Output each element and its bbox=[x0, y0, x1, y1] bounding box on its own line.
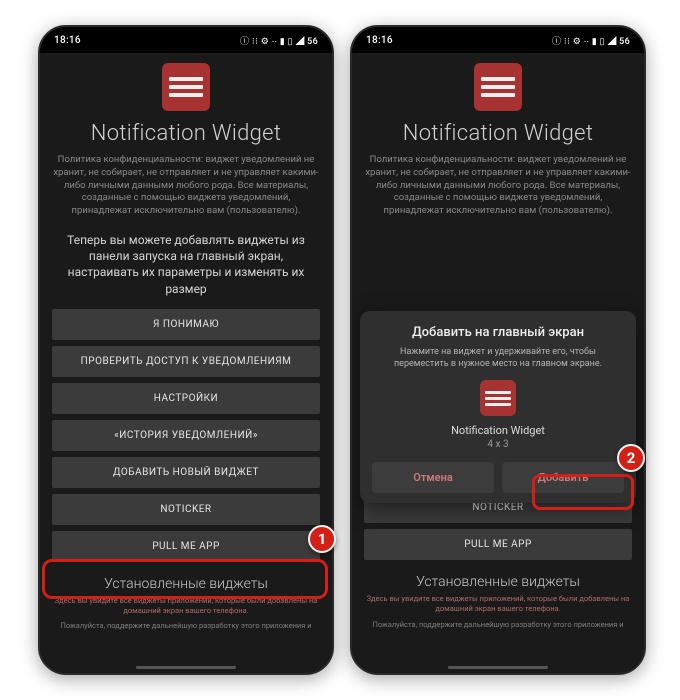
noticker-button[interactable]: NOTICKER bbox=[52, 494, 320, 525]
screen-right: Notification Widget Политика конфиденциа… bbox=[352, 53, 644, 673]
installed-widgets-title: Установленные виджеты bbox=[416, 574, 580, 590]
app-title: Notification Widget bbox=[403, 121, 593, 146]
history-button[interactable]: «ИСТОРИЯ УВЕДОМЛЕНИЙ» bbox=[52, 420, 320, 451]
status-bar: 18:16 ⓘ ⁝⁝ ⚙ ∙∙ ▮ ▯ ◢ 56 bbox=[352, 27, 644, 53]
app-title: Notification Widget bbox=[91, 121, 281, 146]
understand-button[interactable]: Я ПОНИМАЮ bbox=[52, 309, 320, 340]
add-new-widget-button[interactable]: ДОБАВИТЬ НОВЫЙ ВИДЖЕТ bbox=[52, 457, 320, 488]
dialog-actions: Отмена Добавить bbox=[372, 462, 624, 493]
status-time: 18:16 bbox=[54, 35, 81, 46]
widget-preview-icon[interactable] bbox=[480, 380, 516, 416]
status-bar: 18:16 ⓘ ⁝⁝ ⚙ ∙∙ ▮ ▯ ◢ 56 bbox=[40, 27, 332, 53]
installed-widgets-title: Установленные виджеты bbox=[104, 576, 268, 592]
button-stack: Я ПОНИМАЮ ПРОВЕРИТЬ ДОСТУП К УВЕДОМЛЕНИЯ… bbox=[52, 309, 320, 562]
home-indicator[interactable] bbox=[448, 666, 548, 669]
status-indicators: ⓘ ⁝⁝ ⚙ ∙∙ ▮ ▯ ◢ 56 bbox=[240, 34, 318, 47]
step-badge-2: 2 bbox=[617, 444, 645, 472]
step-badge-1: 1 bbox=[308, 525, 336, 553]
dialog-subtitle: Нажмите на виджет и удерживайте его, что… bbox=[372, 346, 624, 370]
installed-widgets-note: Здесь вы увидите все виджеты приложений,… bbox=[364, 594, 632, 614]
pull-me-app-button[interactable]: PULL ME APP bbox=[52, 531, 320, 562]
pull-me-app-button[interactable]: PULL ME APP bbox=[364, 529, 632, 560]
dialog-widget-name: Notification Widget bbox=[451, 424, 545, 437]
widget-hint-text: Теперь вы можете добавлять виджеты из па… bbox=[52, 232, 320, 297]
dialog-title: Добавить на главный экран bbox=[412, 325, 584, 340]
app-list-icon bbox=[474, 63, 522, 111]
privacy-policy-text: Политика конфиденциальности: виджет увед… bbox=[364, 154, 632, 218]
installed-widgets-note: Здесь вы увидите все виджеты приложений,… bbox=[52, 596, 320, 616]
screen-left: Notification Widget Политика конфиденциа… bbox=[40, 53, 332, 673]
status-indicators: ⓘ ⁝⁝ ⚙ ∙∙ ▮ ▯ ◢ 56 bbox=[552, 34, 630, 47]
add-widget-dialog: Добавить на главный экран Нажмите на вид… bbox=[360, 311, 636, 503]
dialog-widget-size: 4 x 3 bbox=[487, 439, 508, 450]
phone-right: 18:16 ⓘ ⁝⁝ ⚙ ∙∙ ▮ ▯ ◢ 56 Notification Wi… bbox=[350, 25, 646, 675]
status-time: 18:16 bbox=[366, 35, 393, 46]
settings-button[interactable]: НАСТРОЙКИ bbox=[52, 383, 320, 414]
app-list-icon bbox=[162, 63, 210, 111]
support-note: Пожалуйста, поддержите дальнейшую разраб… bbox=[60, 621, 311, 630]
dialog-add-button[interactable]: Добавить bbox=[502, 462, 624, 493]
phone-left: 18:16 ⓘ ⁝⁝ ⚙ ∙∙ ▮ ▯ ◢ 56 Notification Wi… bbox=[38, 25, 334, 675]
home-indicator[interactable] bbox=[136, 666, 236, 669]
check-access-button[interactable]: ПРОВЕРИТЬ ДОСТУП К УВЕДОМЛЕНИЯМ bbox=[52, 346, 320, 377]
privacy-policy-text: Политика конфиденциальности: виджет увед… bbox=[52, 154, 320, 218]
dialog-cancel-button[interactable]: Отмена bbox=[372, 462, 494, 493]
support-note: Пожалуйста, поддержите дальнейшую разраб… bbox=[372, 620, 623, 629]
